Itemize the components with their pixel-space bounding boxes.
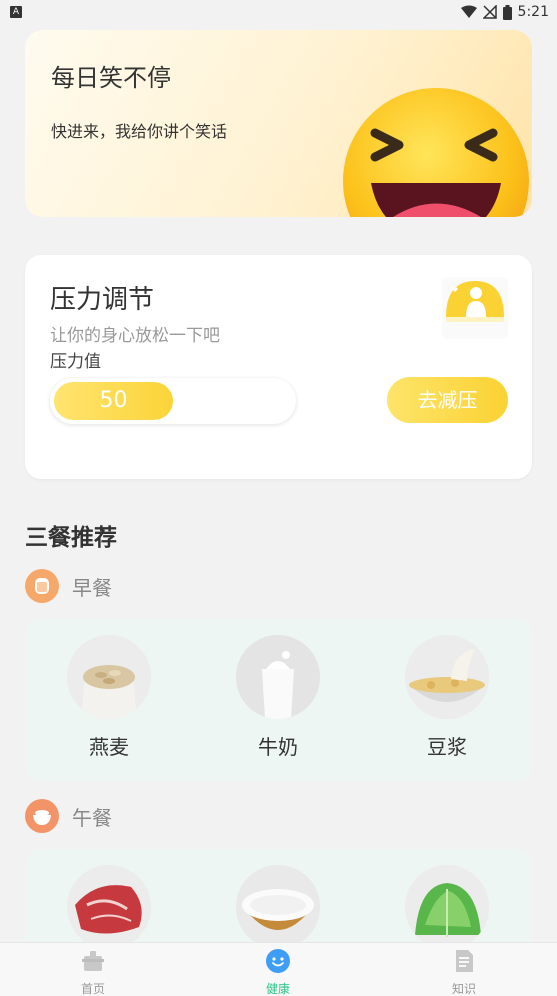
relieve-stress-button[interactable]: 去减压 — [387, 377, 508, 423]
bottom-tab-bar: 首页 健康 知识 — [0, 942, 557, 996]
joke-card-subtitle: 快进来，我给你讲个笑话 — [51, 122, 228, 141]
milk-image — [236, 635, 320, 719]
stress-slider[interactable]: 50 — [50, 378, 296, 424]
breakfast-header: 早餐 — [25, 568, 112, 604]
lettuce-image — [405, 865, 489, 949]
status-bar: A 5:21 — [0, 0, 557, 24]
document-icon — [456, 950, 473, 972]
lunch-label: 午餐 — [72, 805, 112, 830]
food-name: 牛奶 — [258, 735, 298, 759]
home-icon — [82, 951, 104, 971]
stress-card-title: 压力调节 — [50, 285, 155, 315]
bread-icon — [25, 569, 59, 603]
meditation-icon — [442, 277, 508, 339]
soymilk-image — [405, 635, 489, 719]
tab-knowledge-label: 知识 — [451, 982, 476, 996]
tab-health[interactable]: 健康 — [228, 948, 328, 996]
status-icons: 5:21 — [460, 3, 549, 21]
no-signal-icon — [482, 5, 497, 19]
tab-home-label: 首页 — [80, 982, 105, 996]
breakfast-label: 早餐 — [72, 575, 112, 600]
battery-icon — [502, 4, 512, 20]
clock: 5:21 — [517, 4, 549, 20]
bowl-icon — [25, 799, 59, 833]
stress-card: 压力调节 让你的身心放松一下吧 压力值 50 去减压 — [25, 255, 532, 479]
food-item-oats[interactable]: 燕麦 — [59, 635, 159, 760]
wifi-icon — [460, 5, 477, 18]
food-item-milk[interactable]: 牛奶 — [228, 635, 328, 760]
tab-knowledge[interactable]: 知识 — [414, 948, 514, 996]
stress-card-subtitle: 让你的身心放松一下吧 — [50, 326, 220, 346]
notification-icon: A — [10, 6, 22, 18]
breakfast-card: 燕麦 牛奶 豆浆 — [25, 619, 532, 781]
food-name: 豆浆 — [427, 735, 467, 759]
meals-section-title: 三餐推荐 — [25, 525, 117, 551]
laughing-emoji-icon — [343, 88, 529, 217]
stress-value: 50 — [99, 388, 128, 413]
rice-image — [236, 865, 320, 949]
oats-image — [67, 635, 151, 719]
tab-home[interactable]: 首页 — [43, 948, 143, 996]
joke-card[interactable]: 每日笑不停 快进来，我给你讲个笑话 — [25, 30, 532, 217]
food-item-soymilk[interactable]: 豆浆 — [397, 635, 497, 760]
food-name: 燕麦 — [89, 735, 129, 759]
stress-value-label: 压力值 — [50, 352, 101, 372]
tab-health-label: 健康 — [265, 982, 290, 996]
lunch-header: 午餐 — [25, 798, 112, 834]
smile-icon — [266, 949, 290, 973]
joke-card-title: 每日笑不停 — [51, 64, 171, 92]
beef-image — [67, 865, 151, 949]
